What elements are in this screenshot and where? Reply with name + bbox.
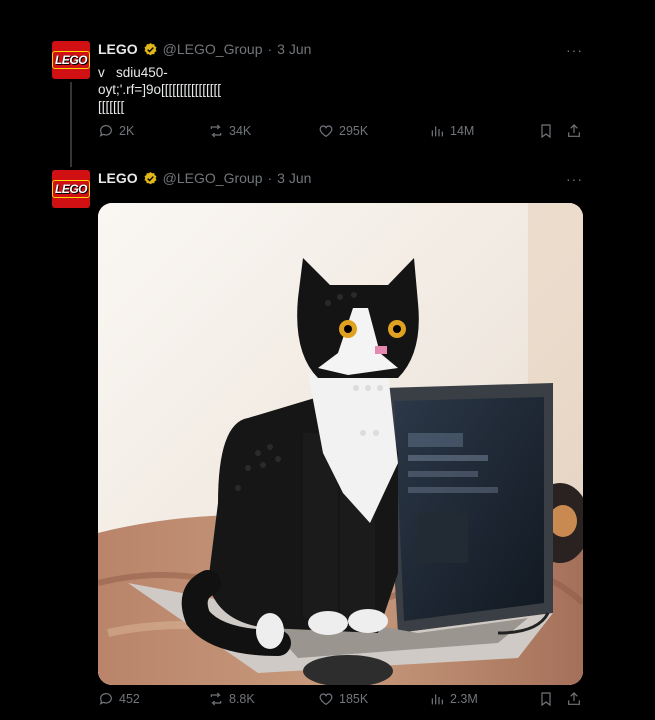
like-icon xyxy=(319,693,333,706)
separator: · xyxy=(267,41,273,57)
more-icon[interactable]: ··· xyxy=(566,171,583,187)
author-name[interactable]: LEGO xyxy=(98,41,138,57)
repost-button[interactable]: 34K xyxy=(208,123,251,139)
repost-count: 8.8K xyxy=(229,692,255,706)
reply-icon xyxy=(99,693,112,705)
more-icon[interactable]: ··· xyxy=(566,42,583,58)
tweet-header: LEGO @LEGO_Group · 3 Jun xyxy=(98,170,311,186)
thread-line xyxy=(70,82,72,167)
views-button[interactable]: 2.3M xyxy=(429,691,478,707)
views-icon xyxy=(431,694,443,705)
like-count: 295K xyxy=(339,124,369,138)
bookmark-icon xyxy=(541,692,551,707)
bookmark-icon xyxy=(541,124,551,139)
verified-badge-icon xyxy=(144,171,157,184)
reply-count: 452 xyxy=(119,692,140,706)
share-button[interactable] xyxy=(566,691,582,707)
share-button[interactable] xyxy=(566,123,582,139)
repost-icon xyxy=(210,692,222,706)
views-icon xyxy=(431,126,443,137)
avatar[interactable]: LEGO xyxy=(52,41,90,79)
views-button[interactable]: 14M xyxy=(429,123,474,139)
reply-button[interactable]: 2K xyxy=(98,123,134,139)
like-icon xyxy=(319,125,333,138)
lego-cat-photo xyxy=(98,203,583,685)
tweet-1[interactable]: LEGO LEGO @LEGO_Group · 3 Jun ··· v sdiu… xyxy=(0,0,655,170)
avatar[interactable]: LEGO xyxy=(52,170,90,208)
like-button[interactable]: 295K xyxy=(318,123,368,139)
author-handle[interactable]: @LEGO_Group xyxy=(163,41,263,57)
like-button[interactable]: 185K xyxy=(318,691,368,707)
views-count: 2.3M xyxy=(450,692,478,706)
author-name[interactable]: LEGO xyxy=(98,170,138,186)
avatar-logo: LEGO xyxy=(52,180,90,198)
share-icon xyxy=(568,692,580,705)
tweet-text: v sdiu450- oyt;'.rf=]9o[[[[[[[[[[[[[[[[ … xyxy=(98,65,221,114)
share-icon xyxy=(568,124,580,137)
avatar-logo: LEGO xyxy=(52,51,90,69)
tweet-media-image[interactable] xyxy=(98,203,583,685)
tweet-date[interactable]: 3 Jun xyxy=(277,170,311,186)
bookmark-button[interactable] xyxy=(538,691,554,707)
verified-badge-icon xyxy=(144,42,157,55)
repost-count: 34K xyxy=(229,124,252,138)
like-count: 185K xyxy=(339,692,369,706)
reply-count: 2K xyxy=(119,124,135,138)
reply-icon xyxy=(99,125,112,137)
author-handle[interactable]: @LEGO_Group xyxy=(163,170,263,186)
tweet-date[interactable]: 3 Jun xyxy=(277,41,311,57)
reply-button[interactable]: 452 xyxy=(98,691,140,707)
repost-button[interactable]: 8.8K xyxy=(208,691,255,707)
repost-icon xyxy=(210,124,222,138)
separator: · xyxy=(267,170,273,186)
views-count: 14M xyxy=(450,124,475,138)
tweet-header: LEGO @LEGO_Group · 3 Jun xyxy=(98,41,311,57)
bookmark-button[interactable] xyxy=(538,123,554,139)
